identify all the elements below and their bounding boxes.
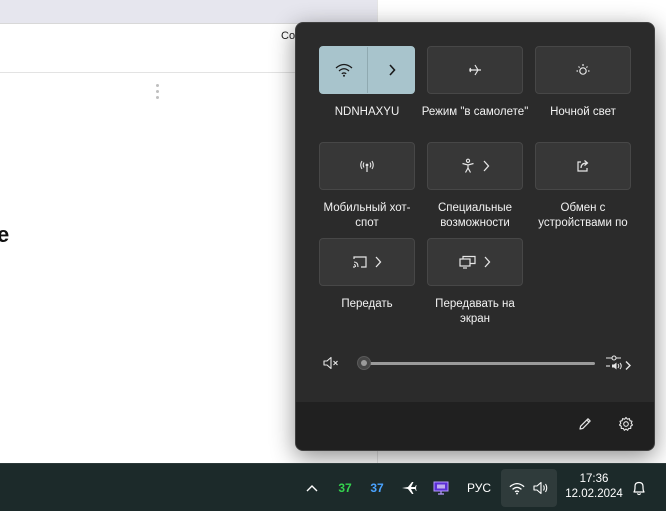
quick-settings-footer (296, 402, 654, 450)
mobile-hotspot-tile[interactable] (319, 142, 415, 190)
wifi-icon (335, 63, 352, 77)
project-label: Передавать на экран (435, 298, 515, 325)
clock-date: 12.02.2024 (565, 488, 623, 500)
quick-settings-panel: NDNHAXYU Режим "в самолете" Ночной свет (295, 22, 655, 451)
hotspot-icon (360, 160, 374, 172)
chevron-up-icon (306, 485, 318, 492)
accessibility-label: Специальные возможности (437, 202, 513, 229)
wifi-tile-label: NDNHAXYU (334, 106, 400, 118)
background-partial-text[interactable]: Co (281, 30, 295, 42)
wifi-tile (319, 46, 415, 94)
project-icon (459, 255, 476, 269)
settings-button[interactable] (618, 416, 634, 437)
nearby-sharing-label: Обмен с устройствами по (538, 202, 628, 229)
night-light-icon (576, 64, 590, 75)
wifi-toggle-button[interactable] (320, 47, 367, 93)
tray-app-icon[interactable] (397, 464, 421, 512)
pencil-icon (579, 418, 591, 430)
bell-icon (633, 481, 645, 496)
volume-mixer-button[interactable] (605, 354, 635, 377)
nearby-sharing-tile[interactable] (535, 142, 631, 190)
taskbar: 37 37 РУС 17:36 12.02.2024 (0, 463, 666, 511)
volume-slider-thumb[interactable] (357, 356, 371, 370)
edit-quick-settings-button[interactable] (577, 416, 593, 437)
notifications-button[interactable] (628, 464, 650, 512)
network-volume-button[interactable] (501, 469, 557, 507)
background-partial-heading: e (0, 222, 10, 247)
monitor-tray-icon (433, 481, 449, 495)
night-light-label: Ночной свет (550, 106, 616, 118)
chevron-right-icon (483, 160, 490, 172)
mute-button[interactable] (322, 355, 340, 376)
temperature-tray-icon[interactable]: 37 (365, 464, 389, 512)
gear-icon (618, 416, 634, 431)
clock[interactable]: 17:36 12.02.2024 (562, 472, 626, 502)
cast-icon (353, 256, 367, 268)
tray-app-icon[interactable] (429, 464, 453, 512)
airplane-mode-label: Режим "в самолете" (421, 106, 529, 118)
cast-tile[interactable] (319, 238, 415, 286)
more-options-icon[interactable] (154, 84, 162, 102)
chevron-right-icon (389, 64, 396, 76)
temperature-tray-icon[interactable]: 37 (333, 464, 357, 512)
project-tile[interactable] (427, 238, 523, 286)
volume-control (296, 349, 654, 377)
cast-label: Передать (341, 298, 393, 310)
airplane-tray-icon (402, 482, 417, 494)
mobile-hotspot-label: Мобильный хот-спот (323, 202, 411, 229)
accessibility-tile[interactable] (427, 142, 523, 190)
speaker-icon (533, 481, 548, 495)
night-light-tile[interactable] (535, 46, 631, 94)
chevron-right-icon (375, 256, 382, 268)
airplane-icon (469, 64, 481, 76)
wifi-icon (509, 482, 525, 494)
volume-slider-track[interactable] (362, 362, 595, 365)
volume-mixer-icon (606, 355, 631, 370)
accessibility-icon (462, 158, 474, 173)
chevron-right-icon (484, 256, 491, 268)
input-language-indicator[interactable]: РУС (462, 464, 496, 512)
airplane-mode-tile[interactable] (427, 46, 523, 94)
clock-time: 17:36 (579, 473, 609, 485)
show-hidden-icons-button[interactable] (300, 464, 324, 512)
share-icon (577, 160, 589, 172)
speaker-muted-icon (323, 356, 338, 370)
background-window-titlebar (0, 0, 378, 23)
wifi-networks-button[interactable] (368, 47, 416, 93)
